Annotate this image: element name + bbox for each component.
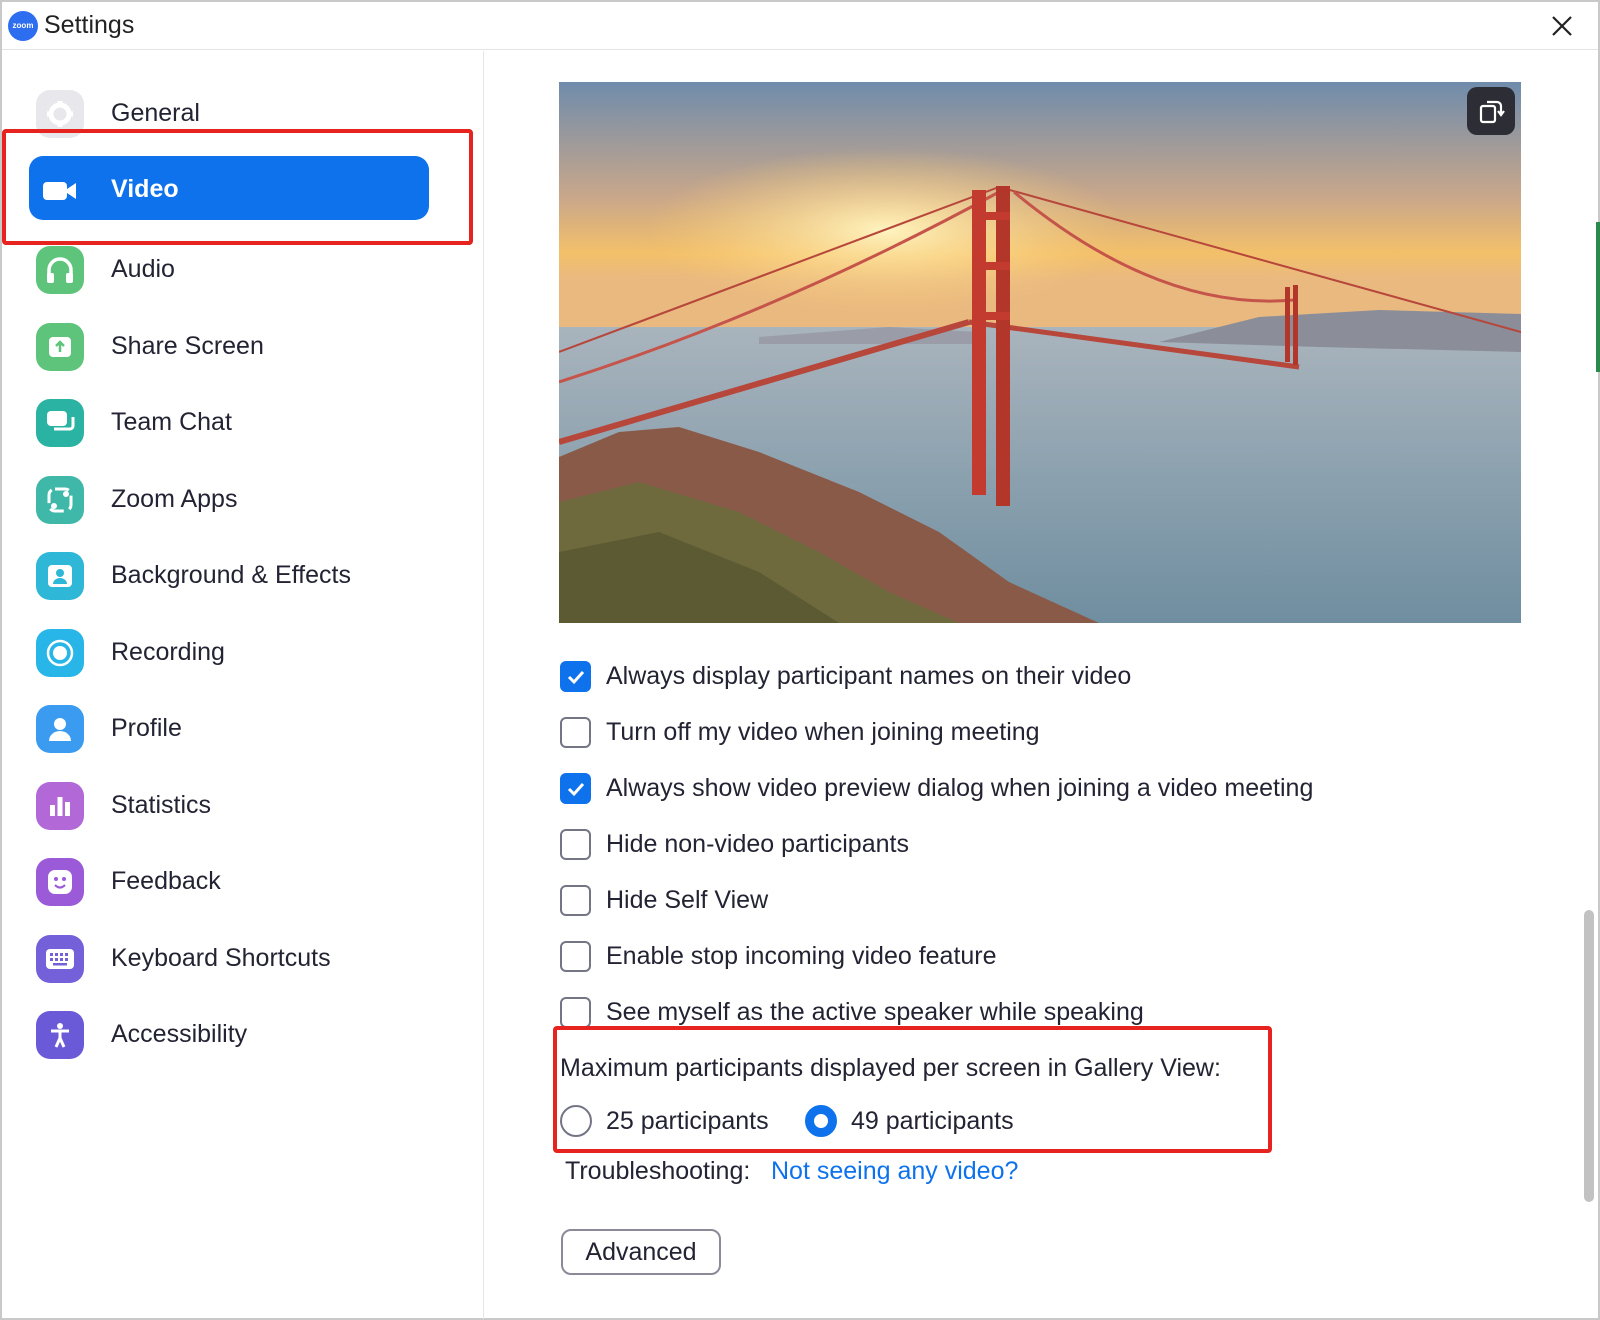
option-label: Always show video preview dialog when jo…	[606, 774, 1314, 802]
option-label: Enable stop incoming video feature	[606, 942, 997, 970]
bar-chart-icon	[36, 782, 84, 830]
option-active-speaker[interactable]: See myself as the active speaker while s…	[560, 992, 1260, 1032]
settings-window: zoom Settings General Video Audio Share …	[0, 0, 1600, 1320]
sidebar-item-statistics[interactable]: Statistics	[2, 773, 484, 837]
checkmark-icon	[567, 670, 585, 685]
settings-sidebar: General Video Audio Share Screen Team Ch…	[2, 51, 484, 1319]
sidebar-item-general[interactable]: General	[2, 81, 484, 145]
advanced-button[interactable]: Advanced	[561, 1229, 721, 1275]
option-hide-self-view[interactable]: Hide Self View	[560, 880, 1160, 920]
sidebar-item-label: Video	[111, 175, 179, 203]
sidebar-item-label: General	[111, 99, 200, 127]
sidebar-item-label: Zoom Apps	[111, 485, 238, 513]
active-item-highlight	[29, 156, 429, 220]
sidebar-item-keyboard-shortcuts[interactable]: Keyboard Shortcuts	[2, 926, 484, 990]
sidebar-item-label: Feedback	[111, 867, 221, 895]
camera-preview	[559, 82, 1521, 623]
checkbox-unchecked[interactable]	[560, 941, 591, 972]
option-display-names[interactable]: Always display participant names on thei…	[560, 656, 1260, 696]
sidebar-item-audio[interactable]: Audio	[2, 237, 484, 301]
title-bar: zoom Settings	[2, 2, 1598, 50]
radio-unchecked[interactable]	[560, 1105, 592, 1137]
checkmark-icon	[567, 782, 585, 797]
sidebar-item-label: Team Chat	[111, 408, 232, 436]
radio-49-participants[interactable]: 49 participants	[805, 1101, 1035, 1141]
sidebar-item-recording[interactable]: Recording	[2, 620, 484, 684]
sidebar-item-label: Background & Effects	[111, 561, 351, 589]
option-label: Always display participant names on thei…	[606, 662, 1132, 690]
sidebar-item-share-screen[interactable]: Share Screen	[2, 314, 484, 378]
sidebar-item-feedback[interactable]: Feedback	[2, 849, 484, 913]
radio-label: 25 participants	[606, 1107, 769, 1135]
option-video-preview-dialog[interactable]: Always show video preview dialog when jo…	[560, 768, 1360, 808]
option-label: See myself as the active speaker while s…	[606, 998, 1144, 1026]
sidebar-item-profile[interactable]: Profile	[2, 696, 484, 760]
close-icon	[1552, 16, 1572, 36]
sidebar-item-background-effects[interactable]: Background & Effects	[2, 543, 484, 607]
sidebar-item-label: Keyboard Shortcuts	[111, 944, 331, 972]
keyboard-icon	[36, 935, 84, 983]
headphones-icon	[36, 246, 84, 294]
option-stop-incoming-video[interactable]: Enable stop incoming video feature	[560, 936, 1160, 976]
sidebar-item-label: Recording	[111, 638, 225, 666]
gear-icon	[36, 90, 84, 138]
zoom-logo: zoom	[8, 11, 38, 41]
option-hide-non-video[interactable]: Hide non-video participants	[560, 824, 1160, 864]
checkbox-unchecked[interactable]	[560, 885, 591, 916]
apps-icon	[36, 476, 84, 524]
troubleshooting-label: Troubleshooting:	[565, 1157, 751, 1185]
option-label: Hide non-video participants	[606, 830, 909, 858]
checkbox-unchecked[interactable]	[560, 717, 591, 748]
gallery-view-label: Maximum participants displayed per scree…	[560, 1054, 1221, 1082]
option-label: Hide Self View	[606, 886, 769, 914]
checkbox-unchecked[interactable]	[560, 829, 591, 860]
close-button[interactable]	[1546, 10, 1578, 42]
share-screen-icon	[36, 323, 84, 371]
rotate-camera-button[interactable]	[1467, 87, 1515, 135]
video-camera-icon	[36, 167, 84, 215]
option-label: Turn off my video when joining meeting	[606, 718, 1040, 746]
option-turn-off-video[interactable]: Turn off my video when joining meeting	[560, 712, 1260, 752]
smiley-icon	[36, 858, 84, 906]
sidebar-item-video[interactable]: Video	[2, 154, 484, 220]
checkbox-checked[interactable]	[560, 661, 591, 692]
sidebar-item-accessibility[interactable]: Accessibility	[2, 1002, 484, 1066]
checkbox-checked[interactable]	[560, 773, 591, 804]
not-seeing-video-link[interactable]: Not seeing any video?	[771, 1157, 1018, 1186]
radio-25-participants[interactable]: 25 participants	[560, 1101, 790, 1141]
radio-checked[interactable]	[805, 1105, 837, 1137]
background-icon	[36, 552, 84, 600]
person-icon	[36, 705, 84, 753]
scrollbar-thumb[interactable]	[1584, 910, 1594, 1202]
sidebar-item-team-chat[interactable]: Team Chat	[2, 390, 484, 454]
sidebar-item-label: Accessibility	[111, 1020, 248, 1048]
sidebar-item-label: Share Screen	[111, 332, 264, 360]
chat-bubbles-icon	[36, 399, 84, 447]
sidebar-item-label: Statistics	[111, 791, 212, 819]
window-title: Settings	[44, 11, 135, 39]
background-window-edge	[1596, 222, 1600, 372]
accessibility-icon	[36, 1011, 84, 1059]
rotate-icon	[1479, 100, 1505, 124]
record-icon	[36, 629, 84, 677]
sidebar-item-label: Audio	[111, 255, 175, 283]
checkbox-unchecked[interactable]	[560, 997, 591, 1028]
sidebar-item-zoom-apps[interactable]: Zoom Apps	[2, 467, 484, 531]
bridge-preview-image	[559, 82, 1521, 623]
sidebar-item-label: Profile	[111, 714, 182, 742]
radio-label: 49 participants	[851, 1107, 1014, 1135]
